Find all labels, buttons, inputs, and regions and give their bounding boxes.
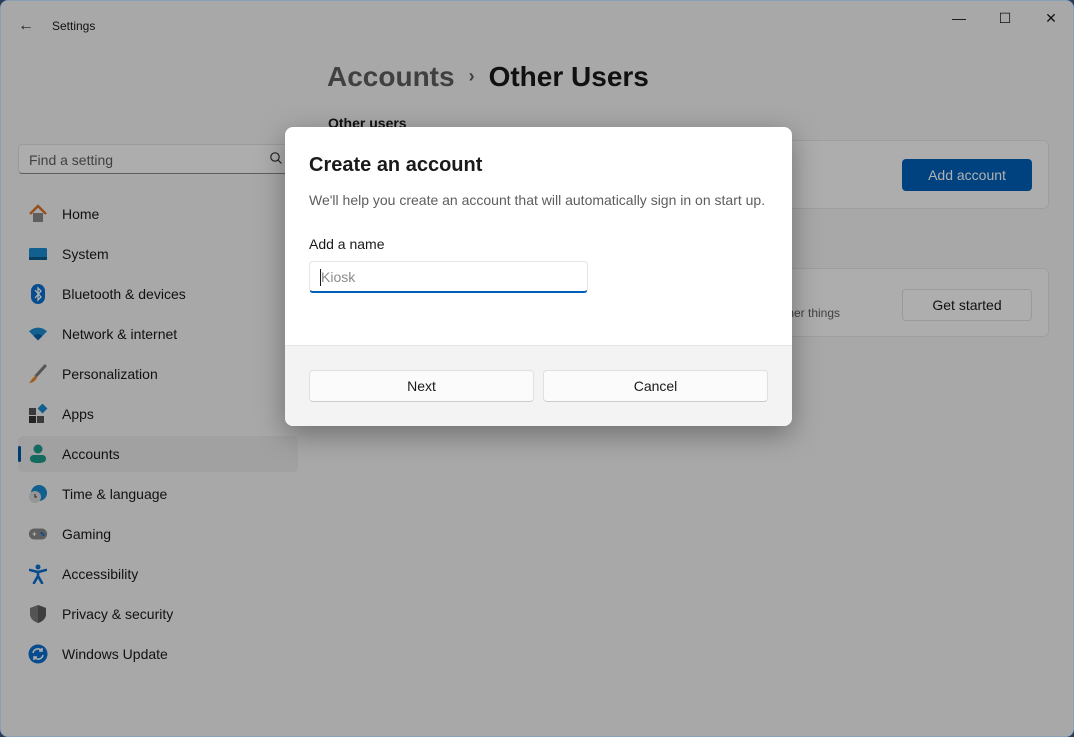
name-input[interactable]: Kiosk — [309, 261, 588, 293]
dialog-footer: Next Cancel — [285, 345, 792, 426]
next-button[interactable]: Next — [309, 370, 534, 402]
dialog-title: Create an account — [309, 154, 483, 176]
name-input-placeholder: Kiosk — [321, 269, 356, 285]
name-field-label: Add a name — [309, 236, 385, 252]
dialog-subtitle: We'll help you create an account that wi… — [309, 192, 766, 208]
settings-window: ← Settings — ☐ ✕ Find a setting Home Sys… — [0, 0, 1074, 737]
cancel-button[interactable]: Cancel — [543, 370, 768, 402]
text-caret — [320, 269, 321, 286]
create-account-dialog: Create an account We'll help you create … — [285, 127, 792, 426]
